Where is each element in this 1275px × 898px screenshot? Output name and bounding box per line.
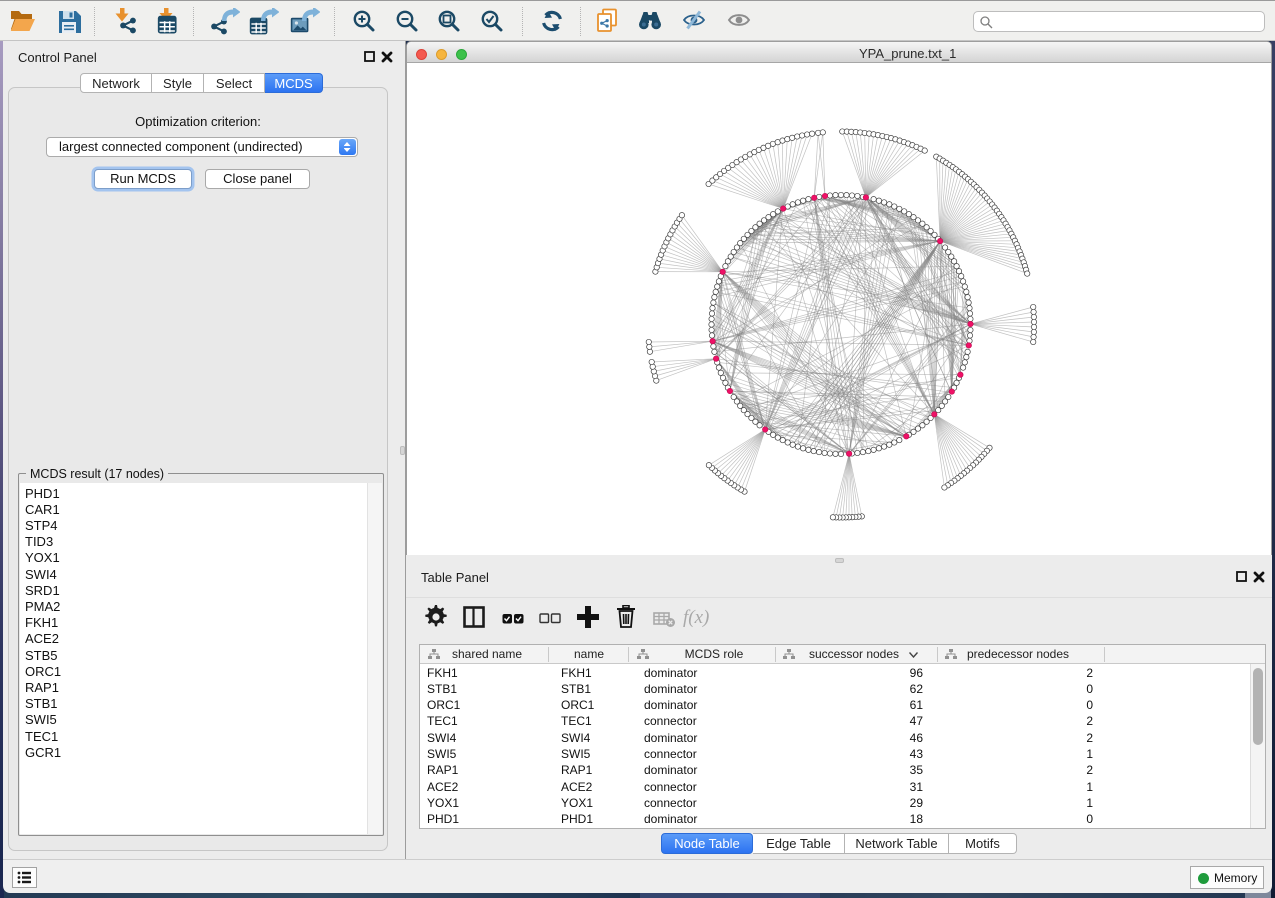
svg-text:f(x): f(x) [683, 607, 709, 628]
